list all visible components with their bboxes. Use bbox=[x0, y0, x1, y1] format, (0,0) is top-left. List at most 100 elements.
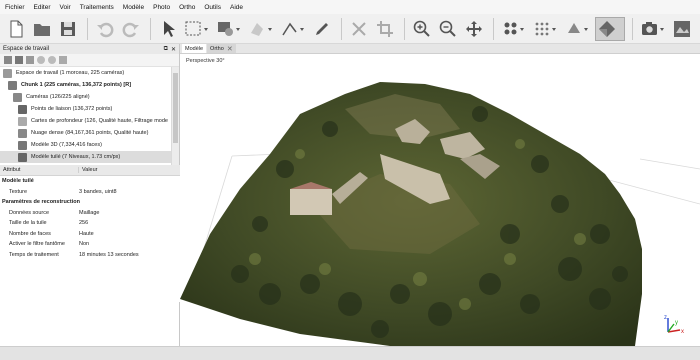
zoom-in-button[interactable] bbox=[410, 17, 434, 41]
add-chunk-icon[interactable] bbox=[4, 56, 12, 64]
pointer-icon bbox=[164, 20, 175, 37]
ortho-button[interactable] bbox=[670, 17, 694, 41]
toolbar-separator bbox=[87, 17, 88, 40]
new-file-button[interactable] bbox=[4, 17, 28, 41]
shape-draw-button[interactable] bbox=[214, 17, 244, 41]
tree-item-label: Modèle 3D (7,334,416 faces) bbox=[31, 142, 102, 148]
model-view-button[interactable] bbox=[595, 16, 625, 41]
save-button[interactable] bbox=[56, 17, 80, 41]
property-value: 256 bbox=[79, 220, 89, 227]
value-column-header[interactable]: Valeur bbox=[79, 167, 98, 173]
menu-aide[interactable]: Aide bbox=[230, 4, 243, 11]
delete-button[interactable] bbox=[347, 17, 371, 41]
redo-button[interactable] bbox=[119, 17, 143, 41]
ruler-button[interactable] bbox=[278, 17, 308, 41]
remove-item-icon[interactable] bbox=[26, 56, 34, 64]
tree-item[interactable]: Cartes de profondeur (126, Qualité haute… bbox=[0, 115, 179, 127]
zoom-out-button[interactable] bbox=[436, 17, 460, 41]
polygon-button[interactable] bbox=[246, 17, 276, 41]
move-icon bbox=[466, 20, 482, 37]
model-icon bbox=[599, 20, 615, 37]
pen-button[interactable] bbox=[310, 17, 334, 41]
depth-map-icon bbox=[18, 116, 27, 126]
property-section: Modèle tuilé bbox=[0, 176, 180, 187]
tree-item-label: Chunk 1 (225 caméras, 136,372 points) [R… bbox=[21, 82, 132, 88]
disable-icon[interactable] bbox=[48, 56, 56, 64]
open-button[interactable] bbox=[30, 17, 54, 41]
pointer-button[interactable] bbox=[156, 17, 180, 41]
property-value: Non bbox=[79, 241, 90, 248]
dense-points-button[interactable] bbox=[531, 17, 561, 41]
tree-item[interactable]: Points de liaison (136,372 points) bbox=[0, 103, 179, 115]
property-row: Nombre de faces Haute bbox=[0, 229, 180, 240]
property-name: Nombre de faces bbox=[9, 230, 51, 237]
menu-photo[interactable]: Photo bbox=[153, 4, 170, 11]
property-name: Texture bbox=[9, 188, 28, 195]
property-row: Temps de traitement 18 minutes 13 seconde… bbox=[0, 250, 180, 261]
delete-icon bbox=[352, 21, 366, 36]
rectangle-select-button[interactable] bbox=[182, 17, 212, 41]
tree-item[interactable]: Modèle tuilé (7 Niveaux, 1.73 cm/px) bbox=[0, 151, 179, 163]
toolbar-separator bbox=[493, 17, 494, 40]
enable-icon[interactable] bbox=[37, 56, 45, 64]
close-panel-icon[interactable]: ✕ bbox=[171, 46, 176, 53]
property-row: Texture 3 bandes, uint8 bbox=[0, 187, 180, 198]
property-row: Données source Maillage bbox=[0, 208, 180, 219]
ortho-icon bbox=[674, 20, 690, 37]
add-photos-icon[interactable] bbox=[15, 56, 23, 64]
toolbar-separator bbox=[632, 17, 633, 40]
tree-item[interactable]: Modèle 3D (7,334,416 faces) bbox=[0, 139, 179, 151]
menu-ortho[interactable]: Ortho bbox=[179, 4, 195, 11]
tree-item[interactable]: Espace de travail (1 morceau, 225 caméra… bbox=[0, 67, 179, 79]
tree-item[interactable]: Nuage dense (84,167,361 points, Qualité … bbox=[0, 127, 179, 139]
tab-modele[interactable]: Modèle bbox=[182, 44, 207, 53]
tree-item-label: Caméras (126/225 aligné) bbox=[26, 94, 90, 100]
workspace-title: Espace de travail bbox=[3, 46, 50, 52]
axis-z-label: z bbox=[664, 315, 667, 321]
property-name: Activer le filtre fantôme bbox=[9, 241, 65, 248]
workspace-icon bbox=[3, 68, 12, 78]
zoom-out-icon bbox=[439, 20, 456, 37]
undo-icon bbox=[97, 22, 114, 37]
menu-bar: Fichier Editer Voir Traitements Modèle P… bbox=[0, 0, 700, 14]
model-viewport[interactable]: Perspective 30° z y x bbox=[180, 54, 700, 346]
save-icon bbox=[61, 21, 75, 36]
property-value: 3 bandes, uint8 bbox=[79, 188, 117, 195]
undo-button[interactable] bbox=[93, 17, 117, 41]
close-tab-icon[interactable]: ✕ bbox=[227, 45, 233, 53]
navigate-icon bbox=[568, 22, 588, 33]
new-file-icon bbox=[10, 20, 23, 37]
property-name: Modèle tuilé bbox=[2, 178, 34, 185]
navigate-button[interactable] bbox=[563, 17, 593, 41]
axis-gizmo: z y x bbox=[664, 315, 684, 335]
tree-item-label: Points de liaison (136,372 points) bbox=[31, 106, 113, 112]
menu-editer[interactable]: Editer bbox=[34, 4, 51, 11]
menu-traitements[interactable]: Traitements bbox=[80, 4, 114, 11]
menu-outils[interactable]: Outils bbox=[204, 4, 221, 11]
filter-icon[interactable] bbox=[59, 56, 67, 64]
dense-points-icon bbox=[535, 22, 556, 35]
tree-item[interactable]: Caméras (126/225 aligné) bbox=[0, 91, 179, 103]
attribute-column-header[interactable]: Attribut bbox=[0, 167, 79, 173]
terrain-model bbox=[180, 82, 700, 346]
menu-voir[interactable]: Voir bbox=[60, 4, 71, 11]
menu-modele[interactable]: Modèle bbox=[123, 4, 144, 11]
move-button[interactable] bbox=[462, 17, 486, 41]
scrollbar-thumb[interactable] bbox=[173, 73, 178, 143]
points-button[interactable] bbox=[499, 17, 529, 41]
tie-points-icon bbox=[18, 104, 27, 114]
float-panel-icon[interactable]: ⧉ bbox=[164, 46, 168, 53]
crop-button[interactable] bbox=[373, 17, 397, 41]
tiled-model-icon bbox=[18, 152, 27, 162]
toolbar-separator bbox=[404, 17, 405, 40]
camera-button[interactable] bbox=[638, 17, 668, 41]
status-bar bbox=[0, 346, 700, 360]
toolbar-separator bbox=[341, 17, 342, 40]
points-icon bbox=[504, 22, 524, 34]
property-row: Activer le filtre fantôme Non bbox=[0, 239, 180, 250]
main-toolbar bbox=[0, 14, 700, 44]
tree-item[interactable]: Chunk 1 (225 caméras, 136,372 points) [R… bbox=[0, 79, 179, 91]
tree-item-label: Nuage dense (84,167,361 points, Qualité … bbox=[31, 130, 149, 136]
tab-ortho[interactable]: Ortho ✕ bbox=[207, 44, 236, 53]
menu-fichier[interactable]: Fichier bbox=[5, 4, 25, 11]
